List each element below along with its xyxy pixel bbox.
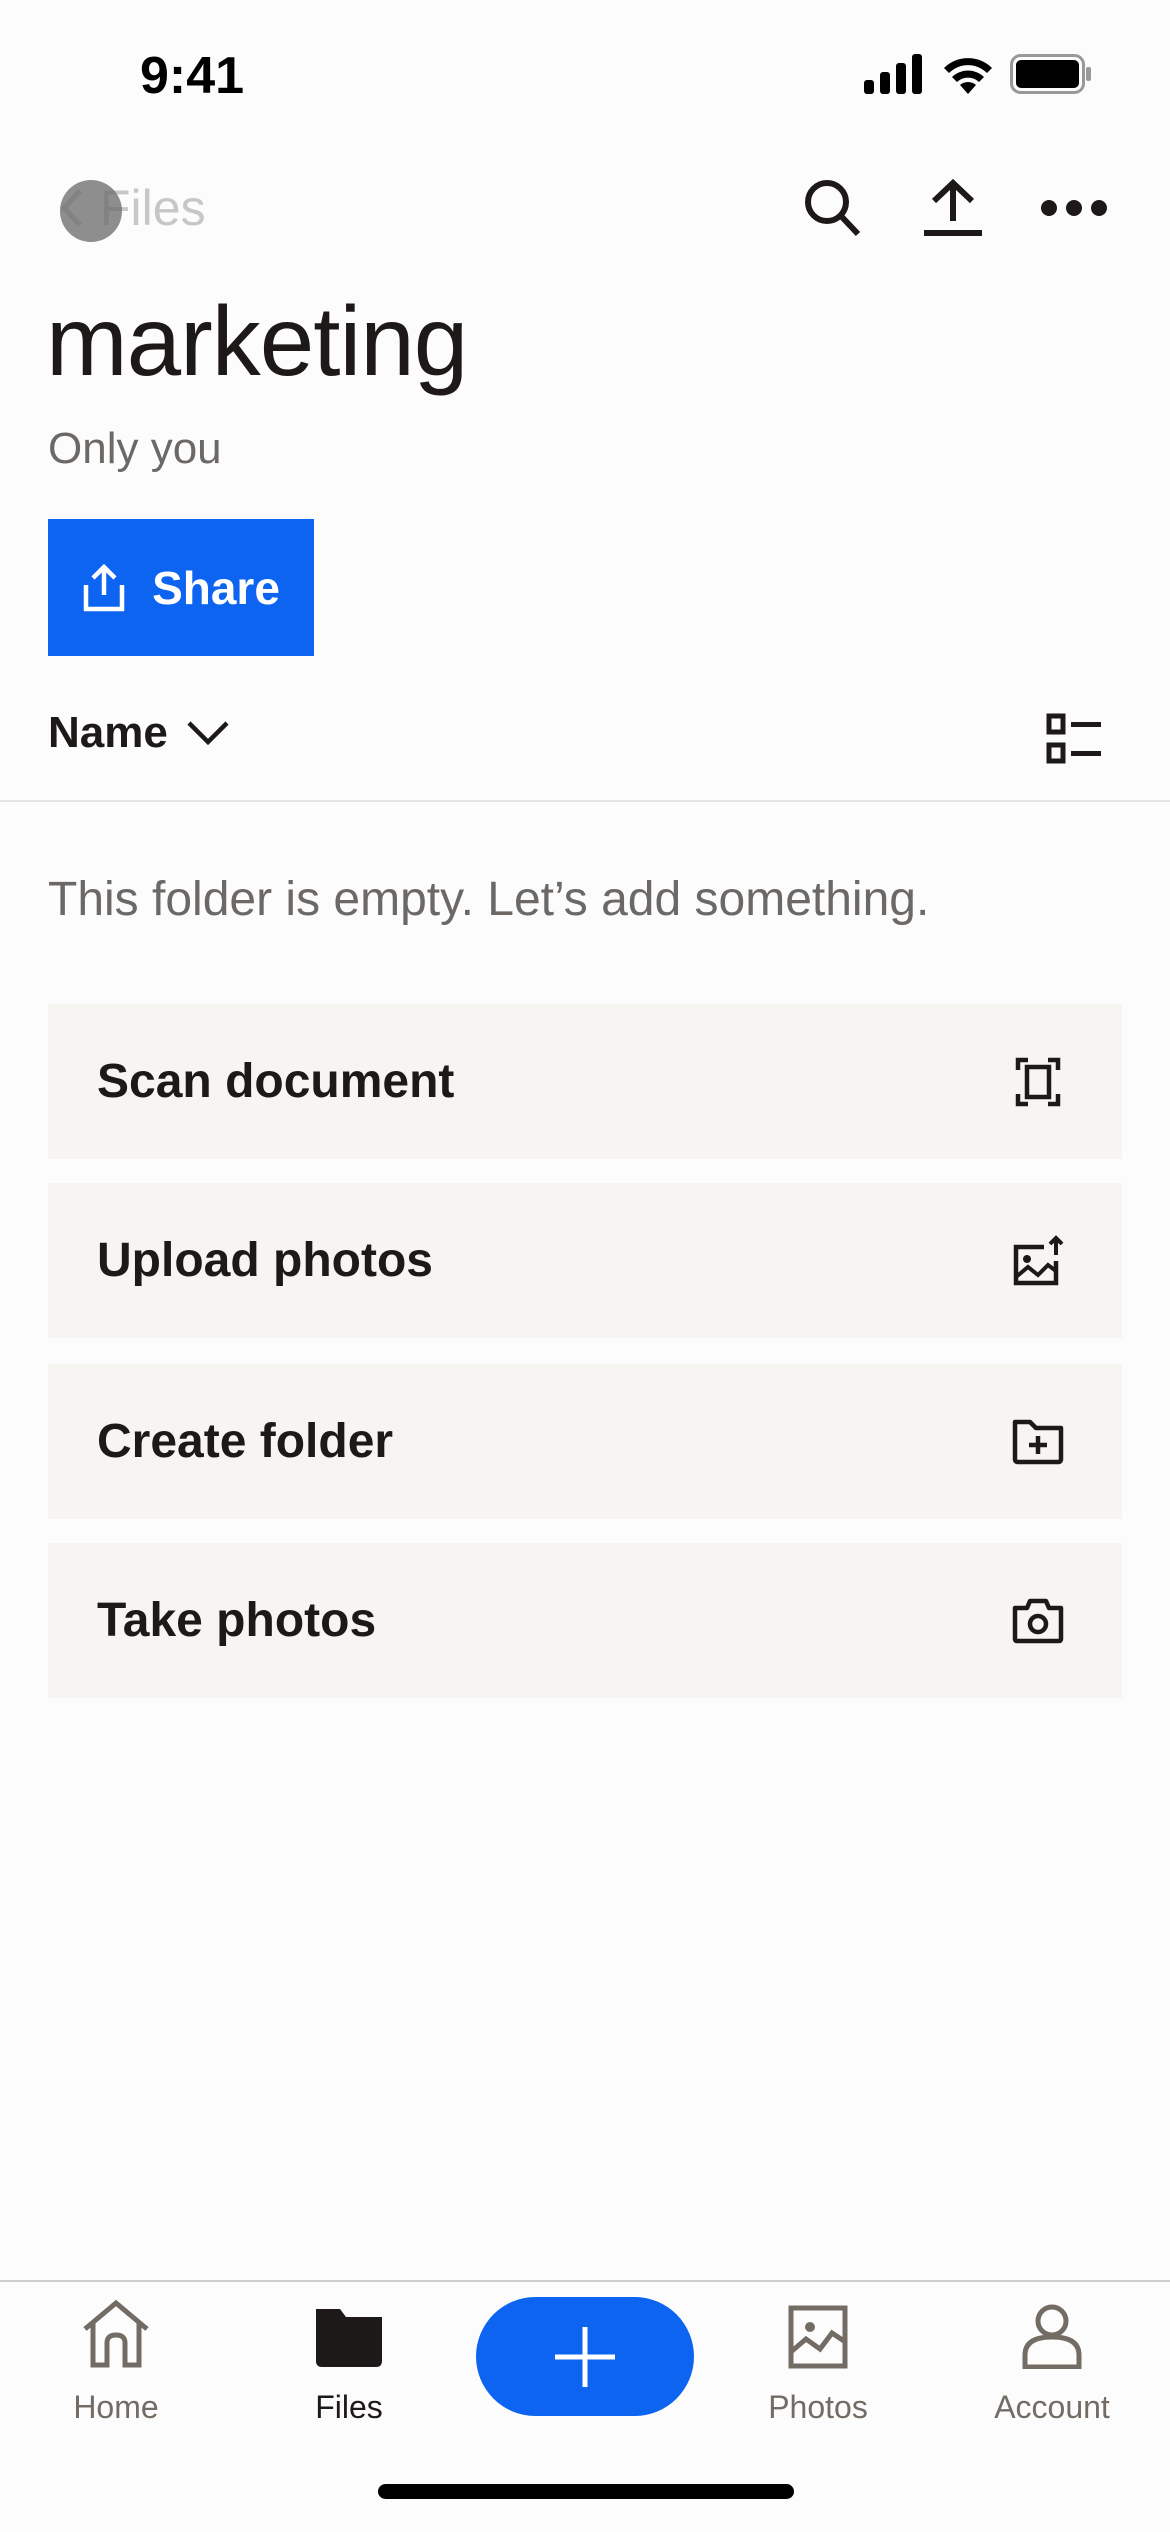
folder-plus-icon <box>1010 1414 1066 1470</box>
take-photos-button[interactable]: Take photos <box>48 1543 1122 1698</box>
wifi-icon <box>944 58 992 94</box>
page-title: marketing <box>46 286 468 396</box>
status-icons <box>864 54 1092 94</box>
tab-label: Account <box>994 2389 1110 2425</box>
camera-icon <box>1010 1593 1066 1649</box>
plus-icon <box>555 2326 615 2387</box>
create-folder-button[interactable]: Create folder <box>48 1364 1122 1519</box>
upload-photos-button[interactable]: Upload photos <box>48 1183 1122 1338</box>
chevron-down-icon <box>187 721 229 746</box>
upload-button[interactable] <box>917 172 989 244</box>
account-icon <box>1022 2296 1082 2369</box>
folder-icon <box>314 2296 384 2369</box>
sort-button[interactable]: Name <box>48 708 230 758</box>
upload-icon <box>924 178 982 236</box>
list-divider <box>0 800 1170 802</box>
action-label: Scan document <box>97 1055 455 1108</box>
tab-label: Photos <box>768 2389 868 2425</box>
search-button[interactable] <box>797 172 869 244</box>
share-button-label: Share <box>152 561 280 614</box>
battery-icon <box>1010 54 1091 94</box>
sort-label: Name <box>48 708 168 757</box>
touch-indicator <box>60 180 122 242</box>
more-button[interactable] <box>1038 172 1110 244</box>
tab-home[interactable]: Home <box>16 2296 216 2426</box>
tab-label: Files <box>315 2389 383 2425</box>
action-label: Upload photos <box>97 1234 433 1287</box>
scan-icon <box>1010 1054 1066 1110</box>
share-icon <box>83 563 125 611</box>
tab-account[interactable]: Account <box>952 2296 1152 2426</box>
view-toggle-button[interactable] <box>1046 712 1104 766</box>
action-label: Take photos <box>97 1594 377 1647</box>
empty-state-message: This folder is empty. Let’s add somethin… <box>48 873 930 926</box>
home-indicator <box>378 2484 794 2499</box>
upload-photo-icon <box>1010 1233 1066 1289</box>
tab-photos[interactable]: Photos <box>718 2296 918 2426</box>
photo-icon <box>788 2296 848 2369</box>
tab-label: Home <box>73 2389 159 2425</box>
status-time: 9:41 <box>140 47 245 105</box>
scan-document-button[interactable]: Scan document <box>48 1004 1122 1159</box>
home-icon <box>81 2296 151 2369</box>
tab-files[interactable]: Files <box>249 2296 449 2426</box>
tab-bar-divider <box>0 2280 1170 2282</box>
add-button[interactable] <box>476 2297 694 2416</box>
action-label: Create folder <box>97 1415 394 1468</box>
share-button[interactable]: Share <box>48 519 314 656</box>
sharing-status: Only you <box>48 424 222 473</box>
search-icon <box>805 180 861 237</box>
cellular-signal-icon <box>864 54 922 94</box>
more-icon <box>1041 200 1107 216</box>
list-view-icon <box>1046 713 1101 764</box>
